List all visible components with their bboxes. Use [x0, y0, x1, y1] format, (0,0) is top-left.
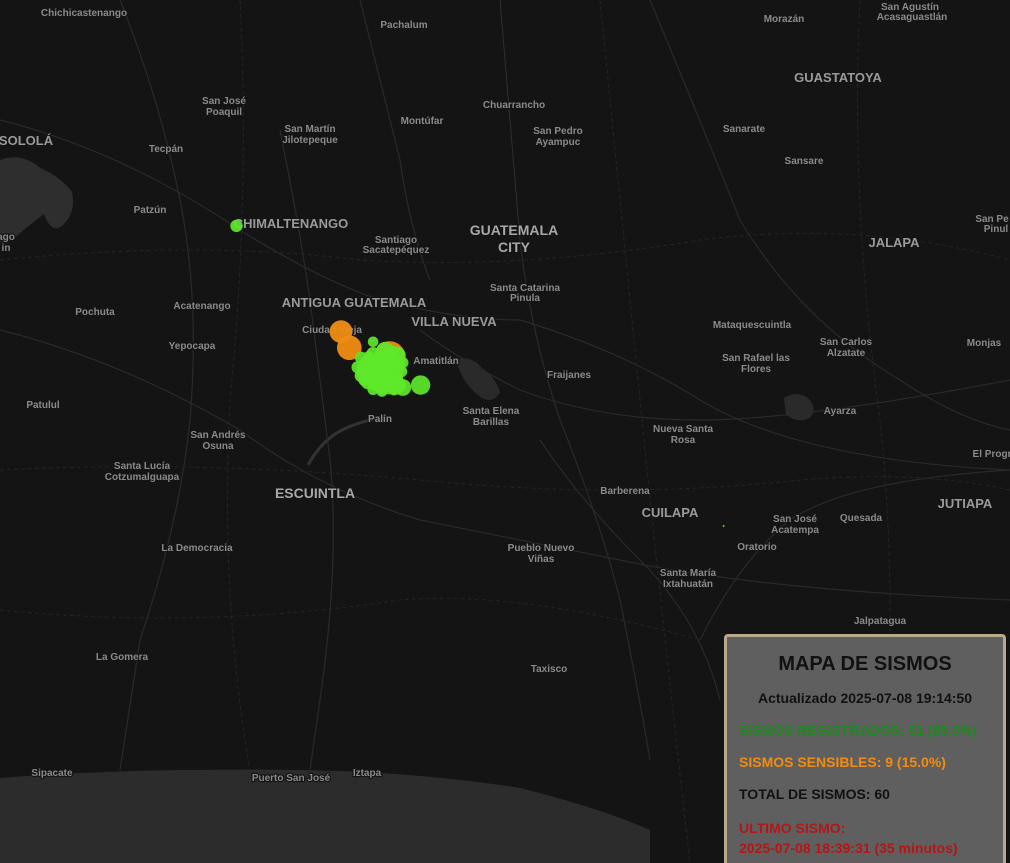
place-label: Acasaguastlán: [877, 12, 948, 23]
place-label: Osuna: [202, 441, 234, 452]
place-label: La Democracia: [161, 543, 233, 554]
place-label: Ixtahuatán: [663, 579, 713, 590]
place-label: Poaquil: [206, 107, 242, 118]
place-label: CUILAPA: [642, 505, 699, 520]
place-label: Mataquescuintla: [713, 320, 792, 331]
place-label: Iztapa: [353, 768, 382, 779]
last-quake-label: ULTIMO SISMO:: [739, 820, 846, 836]
place-label: Ayarza: [824, 406, 857, 417]
place-label: GUATEMALA: [470, 222, 558, 238]
registered-quake-marker[interactable]: [368, 376, 378, 385]
place-label: Jilotepeque: [282, 135, 338, 146]
place-label: Fraijanes: [547, 370, 591, 381]
place-label: Monjas: [967, 338, 1002, 349]
place-label: Acatempa: [771, 525, 819, 536]
place-label: San Andrés: [190, 430, 246, 441]
sensible-quake-marker[interactable]: [329, 320, 353, 343]
place-label: Sacatepéquez: [363, 245, 430, 256]
registered-quake-marker[interactable]: [397, 356, 409, 369]
registered-count: SISMOS REGISTRADOS: 51 (85.0%): [739, 722, 978, 738]
registered-quake-marker[interactable]: [365, 364, 375, 375]
place-label: Taxisco: [531, 664, 568, 675]
place-label: ago: [0, 232, 15, 243]
last-quake: ULTIMO SISMO: 2025-07-08 18:39:31 (35 mi…: [739, 818, 991, 858]
place-label: in: [2, 243, 11, 254]
registered-quake-marker[interactable]: [230, 219, 243, 233]
place-label: San José: [202, 96, 246, 107]
place-label: Patzún: [134, 205, 167, 216]
place-label: Santa María: [660, 568, 717, 579]
place-label: SOLOLÁ: [0, 133, 54, 148]
updated-timestamp: Actualizado 2025-07-08 19:14:50: [758, 690, 972, 706]
place-label: JALAPA: [868, 235, 920, 250]
place-label: CHIMALTENANGO: [234, 216, 349, 231]
place-label: Amatitlán: [413, 356, 459, 367]
place-label: Montúfar: [401, 116, 444, 127]
registered-quake-marker[interactable]: [389, 386, 399, 396]
place-label: San Martín: [284, 124, 335, 135]
registered-quake-marker[interactable]: [377, 359, 387, 369]
place-label: Pinul: [984, 224, 1009, 235]
registered-quake-marker[interactable]: [722, 525, 725, 527]
place-label: Jalpatagua: [854, 616, 907, 627]
place-label: Sansare: [785, 156, 824, 167]
place-label: Cotzumalguapa: [105, 472, 180, 483]
place-label: Chuarrancho: [483, 100, 545, 111]
place-label: Pachalum: [380, 20, 427, 31]
place-label: Patulul: [26, 400, 60, 411]
registered-quake-marker[interactable]: [367, 336, 379, 348]
place-label: Acatenango: [173, 301, 230, 312]
place-label: Tecpán: [149, 144, 183, 155]
place-label: Viñas: [528, 554, 555, 565]
place-label: JUTIAPA: [938, 496, 993, 511]
place-label: GUASTATOYA: [794, 70, 882, 85]
total-count: TOTAL DE SISMOS: 60: [739, 786, 890, 802]
place-label: CITY: [498, 239, 531, 255]
registered-quake-marker[interactable]: [358, 374, 370, 387]
place-label: Rosa: [671, 435, 696, 446]
place-label: Barberena: [600, 486, 650, 497]
place-label: Sipacate: [31, 768, 73, 779]
place-label: Barillas: [473, 417, 510, 428]
place-label: Flores: [741, 364, 771, 375]
registered-quake-marker[interactable]: [389, 378, 399, 388]
registered-quake-marker[interactable]: [380, 367, 390, 377]
place-label: Pueblo Nuevo: [508, 543, 575, 554]
sensible-count: SISMOS SENSIBLES: 9 (15.0%): [739, 754, 946, 770]
place-label: Nueva Santa: [653, 424, 713, 435]
place-label: Chichicastenango: [41, 8, 127, 19]
place-label: San Pedro: [533, 126, 582, 137]
place-label: Oratorio: [737, 542, 776, 553]
legend-title: MAPA DE SISMOS: [778, 653, 952, 675]
place-label: Sanarate: [723, 124, 766, 135]
place-label: ANTIGUA GUATEMALA: [282, 295, 427, 310]
place-label: Pochuta: [75, 307, 115, 318]
place-label: Puerto San José: [252, 773, 331, 784]
place-label: Pinula: [510, 293, 540, 304]
place-label: Quesada: [840, 513, 883, 524]
registered-quake-marker[interactable]: [364, 351, 373, 360]
place-label: Morazán: [764, 14, 805, 25]
place-label: Alzatate: [827, 348, 866, 359]
place-label: VILLA NUEVA: [411, 314, 497, 329]
place-label: Ayampuc: [536, 137, 581, 148]
registered-quake-marker[interactable]: [388, 369, 399, 380]
place-label: El Progr: [973, 449, 1010, 460]
place-label: San Carlos: [820, 337, 873, 348]
last-quake-value: 2025-07-08 18:39:31 (35 minutos): [739, 840, 958, 856]
registered-quake-marker[interactable]: [384, 354, 395, 365]
place-label: San José: [773, 514, 817, 525]
place-label: Santa Elena: [463, 406, 520, 417]
place-label: La Gomera: [96, 652, 149, 663]
place-label: Yepocapa: [169, 341, 216, 352]
place-label: Palín: [368, 414, 392, 425]
place-label: Santa Lucía: [114, 461, 171, 472]
place-label: San Rafael las: [722, 353, 790, 364]
registered-quake-marker[interactable]: [410, 375, 431, 395]
legend-panel: MAPA DE SISMOS Actualizado 2025-07-08 19…: [724, 634, 1006, 863]
place-label: ESCUINTLA: [275, 485, 355, 501]
